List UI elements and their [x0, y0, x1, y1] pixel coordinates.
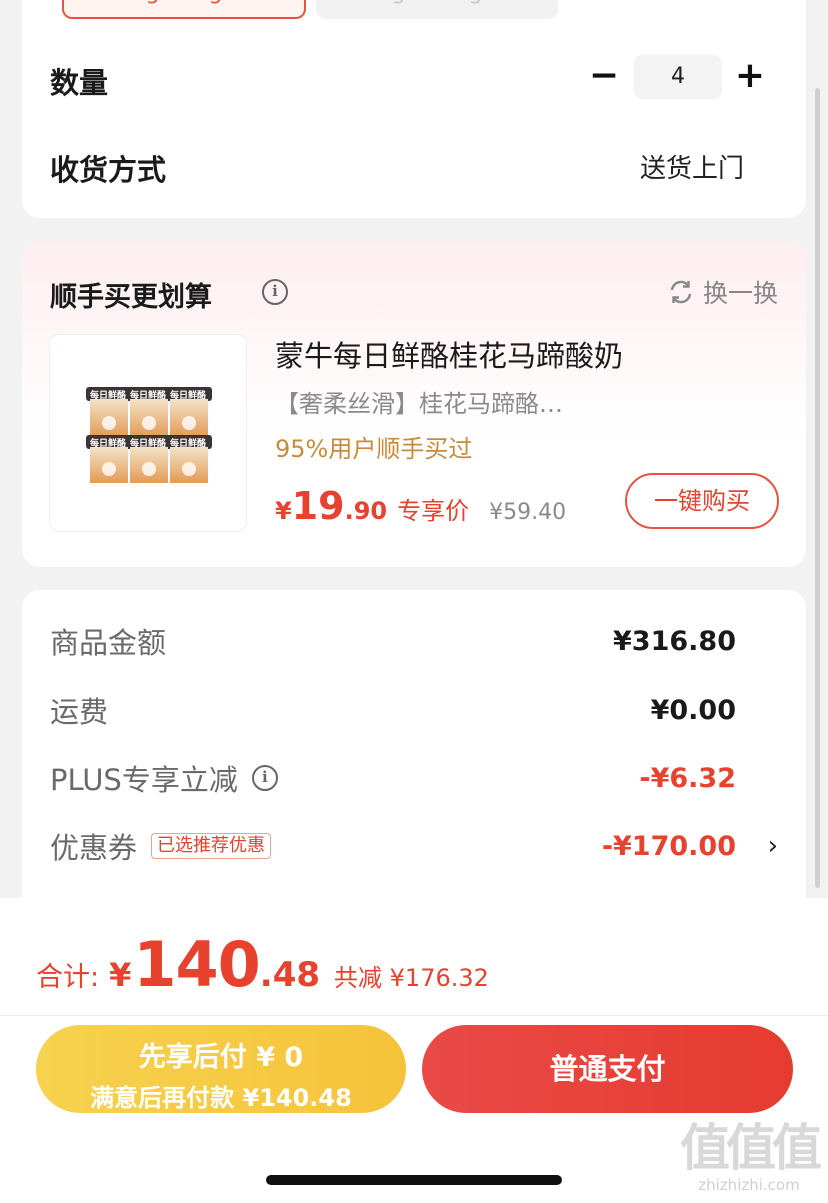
exclusive-price-tag: 专享价 [397, 497, 470, 525]
product-image[interactable]: 每日鲜酪 每日鲜酪 每日鲜酪 每日鲜酪 每日鲜酪 每日鲜酪 [49, 334, 247, 532]
cup-label: 每日鲜酪 [170, 389, 207, 401]
one-click-buy-button[interactable]: 一键购买 [625, 473, 779, 529]
pay-later-title: 先享后付 ¥ 0 [138, 1042, 304, 1073]
recommendation-title: 顺手买更划算 [50, 282, 212, 313]
quantity-increase-button[interactable]: + [730, 58, 770, 98]
plus-discount-label: PLUS专享立减 [50, 763, 238, 797]
goods-amount-value: ¥316.80 [613, 625, 736, 657]
price-summary-card: 商品金额 ¥316.80 运费 ¥0.00 PLUS专享立减 i -¥6.32 … [22, 590, 806, 930]
cup-label: 每日鲜酪 [90, 437, 127, 449]
product-description: 【奢柔丝滑】桂花马蹄酪… [275, 390, 563, 418]
goods-amount-label: 商品金额 [50, 626, 167, 660]
total-savings: 共减 ¥176.32 [334, 964, 489, 992]
quantity-input[interactable]: 4 [634, 55, 722, 99]
product-name[interactable]: 蒙牛每日鲜酪桂花马蹄酸奶 [275, 333, 623, 375]
standard-pay-button[interactable]: 普通支付 [422, 1025, 793, 1113]
spec-option-selected[interactable]: g 450g [62, 0, 306, 19]
watermark: 值值值 zhizhizhi.com [676, 1120, 822, 1200]
product-price: ¥ 19 .90 专享价 ¥59.40 [275, 484, 566, 528]
price-decimal: .90 [344, 497, 388, 525]
total-label: 合计: [36, 962, 100, 993]
price-currency: ¥ [275, 497, 292, 525]
watermark-logo: 值值值 [680, 1119, 822, 1177]
original-price: ¥59.40 [489, 500, 567, 525]
coupon-badge: 已选推荐优惠 [151, 833, 272, 859]
goods-amount-row: 商品金额 ¥316.80 [50, 621, 736, 661]
cup-label: 每日鲜酪 [130, 437, 167, 449]
refresh-icon [670, 280, 692, 304]
quantity-label: 数量 [50, 66, 109, 100]
home-indicator[interactable] [266, 1175, 562, 1185]
watermark-text: zhizhizhi.com [698, 1176, 800, 1194]
scrollbar[interactable] [815, 88, 820, 888]
cup-label: 每日鲜酪 [130, 389, 167, 401]
coupon-label: 优惠券 [50, 831, 138, 865]
swap-label: 换一换 [702, 279, 778, 308]
freight-row: 运费 ¥0.00 [50, 690, 736, 730]
coupon-discount-value: -¥170.00 [601, 830, 736, 862]
shipping-method-label: 收货方式 [50, 153, 167, 187]
info-icon[interactable]: i [251, 765, 278, 791]
total-integer: 140 [133, 928, 260, 1001]
info-icon[interactable]: i [262, 279, 288, 305]
plus-discount-label-group: PLUS专享立减 i [50, 757, 278, 799]
yogurt-cups-image: 每日鲜酪 每日鲜酪 每日鲜酪 每日鲜酪 每日鲜酪 每日鲜酪 [86, 387, 212, 483]
order-options-card: g 450g g 4000g 数量 − 4 + 收货方式 送货上门 [22, 0, 806, 218]
plus-discount-value: -¥6.32 [639, 762, 736, 794]
coupon-label-group: 优惠券 已选推荐优惠 [50, 825, 272, 867]
cup-label: 每日鲜酪 [90, 389, 127, 401]
total-decimal: .48 [259, 955, 321, 995]
plus-discount-row: PLUS专享立减 i -¥6.32 [50, 758, 736, 798]
add-on-recommendation-card: 顺手买更划算 i 换一换 每日鲜酪 每日鲜酪 每日鲜酪 每日鲜酪 每日鲜酪 每日… [22, 241, 806, 567]
spec-option[interactable]: g 4000g [316, 0, 558, 19]
divider [0, 1015, 828, 1016]
shipping-method-value[interactable]: 送货上门 [640, 148, 744, 185]
cup-label: 每日鲜酪 [170, 437, 207, 449]
total-currency: ¥ [109, 956, 132, 994]
chevron-right-icon[interactable]: › [768, 826, 778, 866]
freight-value: ¥0.00 [650, 694, 736, 726]
price-integer: 19 [291, 484, 345, 528]
product-social-proof: 95%用户顺手买过 [275, 435, 473, 463]
quantity-decrease-button[interactable]: − [584, 58, 624, 98]
swap-button[interactable]: 换一换 [667, 275, 778, 309]
order-total: 合计: ¥ 140 .48 共减 ¥176.32 [36, 928, 489, 1001]
coupon-row[interactable]: 优惠券 已选推荐优惠 -¥170.00 [50, 826, 736, 866]
pay-later-button[interactable]: 先享后付 ¥ 0 满意后再付款 ¥140.48 [36, 1025, 406, 1113]
pay-later-subtitle: 满意后再付款 ¥140.48 [90, 1084, 352, 1112]
freight-label: 运费 [50, 695, 109, 729]
